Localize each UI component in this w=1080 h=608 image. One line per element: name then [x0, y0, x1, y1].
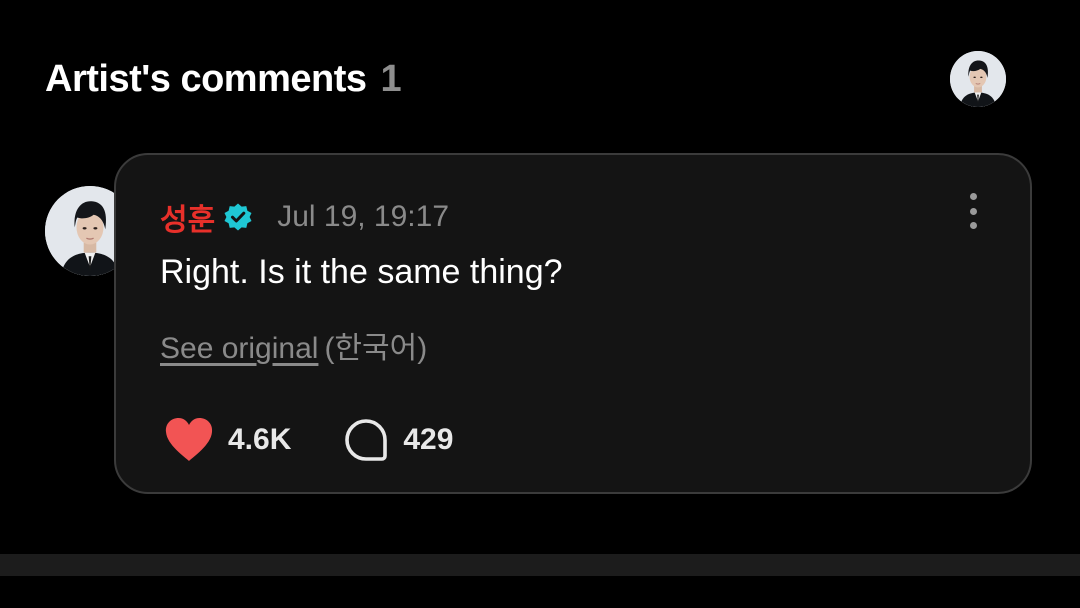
reply-count: 429	[403, 423, 454, 456]
comment-card[interactable]: 성훈 Jul 19, 19:17 Right. Is it the same t…	[114, 153, 1032, 494]
like-count: 4.6K	[228, 423, 292, 456]
artist-comments-screen: Artist's comments 1 성훈 Jul 19, 19:17 Rig…	[0, 0, 1080, 608]
see-original-link[interactable]: See original	[160, 332, 318, 365]
reply-button[interactable]: 429	[343, 418, 453, 462]
section-title-label: Artist's comments	[45, 58, 367, 100]
section-title: Artist's comments 1	[45, 58, 402, 101]
artist-portrait	[950, 51, 1006, 107]
comment-timestamp: Jul 19, 19:17	[277, 200, 449, 233]
more-vertical-icon[interactable]	[962, 191, 984, 231]
more-dot	[969, 222, 977, 229]
more-dot	[969, 193, 977, 200]
comment-count: 1	[380, 58, 402, 100]
original-language-label: (한국어)	[324, 332, 428, 365]
comment-meta: 성훈 Jul 19, 19:17	[160, 195, 449, 239]
translation-info: See original (한국어)	[160, 323, 427, 367]
comment-text: Right. Is it the same thing?	[160, 253, 563, 291]
bottom-divider	[0, 554, 1080, 576]
comment-actions: 4.6K 429	[164, 417, 453, 463]
author-name[interactable]: 성훈	[160, 195, 215, 239]
speech-bubble-icon	[345, 419, 388, 461]
more-dot	[969, 207, 977, 215]
like-button[interactable]: 4.6K	[164, 417, 291, 463]
verified-check-icon	[224, 203, 252, 231]
artist-avatar-button[interactable]	[950, 51, 1006, 107]
heart-icon	[165, 418, 213, 461]
